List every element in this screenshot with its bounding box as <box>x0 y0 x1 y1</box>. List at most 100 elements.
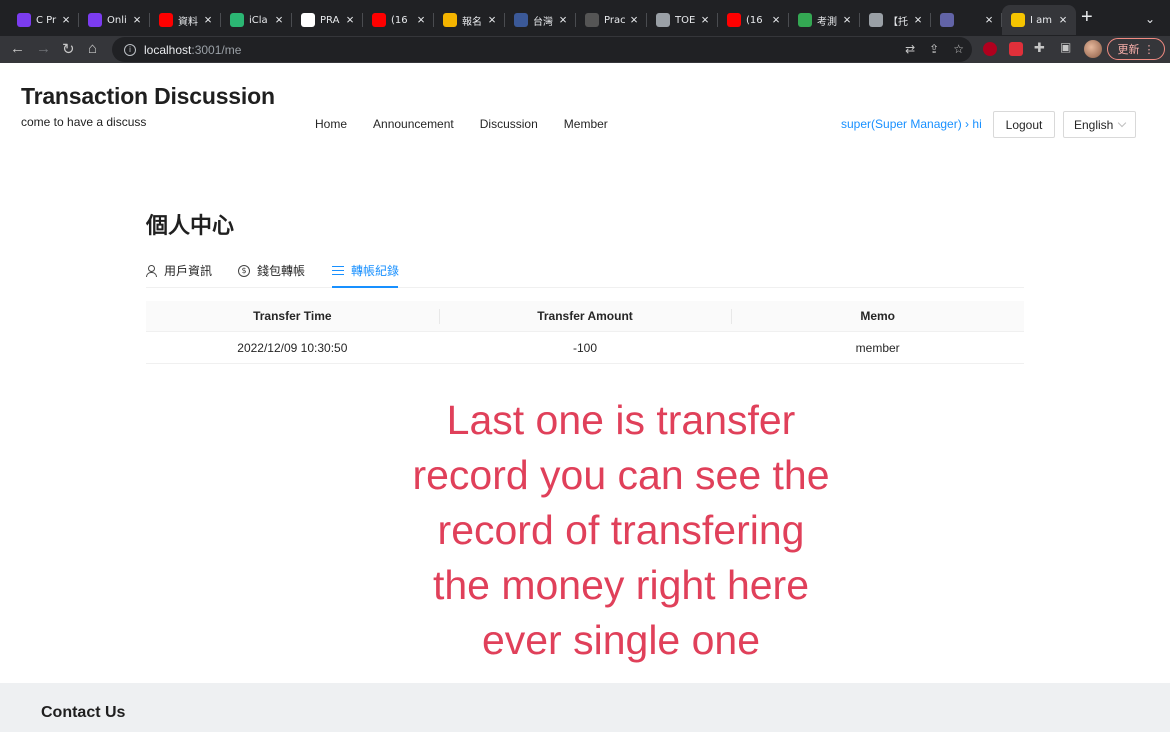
browser-tab[interactable]: C Pr × <box>8 5 79 35</box>
cell-transfer-amount: -100 <box>572 340 598 355</box>
globe-icon <box>869 13 883 27</box>
youtube-icon <box>727 13 741 27</box>
new-tab-icon[interactable]: + <box>1081 6 1093 29</box>
update-button[interactable]: 更新 ⋮ <box>1107 38 1165 60</box>
user-link[interactable]: super(Super Manager) › hi <box>841 117 982 131</box>
update-label: 更新 <box>1117 43 1140 56</box>
browser-tab[interactable]: I am × <box>1002 5 1076 35</box>
close-tab-icon[interactable]: × <box>698 13 712 27</box>
close-tab-icon[interactable]: × <box>130 13 144 27</box>
column-header-transfer-amount: Transfer Amount <box>438 301 732 331</box>
annotation-line: the money right here <box>432 562 810 608</box>
reload-icon[interactable]: ↻ <box>62 40 75 58</box>
column-header-memo: Memo <box>731 301 1024 331</box>
teams-icon <box>940 13 954 27</box>
nav-item-discussion[interactable]: Discussion <box>480 117 538 131</box>
close-tab-icon[interactable]: × <box>911 13 925 27</box>
tab-label: 錢包轉帳 <box>257 264 306 278</box>
ets-icon <box>585 13 599 27</box>
pen-app-icon <box>88 13 102 27</box>
cell-memo: member <box>855 340 900 355</box>
browser-tab[interactable]: TOE × <box>647 5 718 35</box>
fun-icon <box>1011 13 1025 27</box>
shield-extension-icon[interactable] <box>1009 42 1023 56</box>
browser-tab[interactable]: 資料 × <box>150 5 221 35</box>
browser-tab-title: 【托 <box>888 16 908 28</box>
tab-search-chevron-icon[interactable]: ⌄ <box>1145 12 1155 26</box>
browser-tab[interactable]: PRA × <box>292 5 363 35</box>
browser-tab-title: C Pr <box>36 14 57 26</box>
site-title[interactable]: Transaction Discussion <box>21 83 275 110</box>
browser-tab[interactable]: × <box>931 5 1002 35</box>
browser-tab[interactable]: 報名 × <box>434 5 505 35</box>
iclass-icon <box>230 13 244 27</box>
browser-tab-title: I am <box>1030 14 1052 26</box>
close-tab-icon[interactable]: × <box>485 13 499 27</box>
close-tab-icon[interactable]: × <box>769 13 783 27</box>
browser-tab[interactable]: 【托 × <box>860 5 931 35</box>
language-value: English <box>1074 117 1114 132</box>
translate-icon[interactable]: ⇄ <box>905 42 915 56</box>
nav-item-announcement[interactable]: Announcement <box>373 117 454 131</box>
close-tab-icon[interactable]: × <box>343 13 357 27</box>
close-tab-icon[interactable]: × <box>556 13 570 27</box>
chevron-down-icon <box>1117 118 1127 128</box>
annotation-line: Last one is transfer <box>446 397 796 443</box>
nav-item-home[interactable]: Home <box>315 117 347 131</box>
close-tab-icon[interactable]: × <box>1056 13 1070 27</box>
main-nav: Home Announcement Discussion Member <box>315 117 608 131</box>
leaf-icon <box>798 13 812 27</box>
close-tab-icon[interactable]: × <box>840 13 854 27</box>
youtube-icon <box>372 13 386 27</box>
browser-tab-title: PRA <box>320 14 340 26</box>
browser-tab-title: 資料 <box>178 16 198 28</box>
side-panel-icon[interactable]: ▣ <box>1060 40 1071 54</box>
profile-avatar[interactable] <box>1084 40 1102 58</box>
close-tab-icon[interactable]: × <box>59 13 73 27</box>
language-select[interactable]: English <box>1063 111 1136 138</box>
annotation-text: Last one is transfer record you can see … <box>380 393 862 668</box>
back-arrow-icon[interactable]: ← <box>10 40 25 57</box>
browser-tab[interactable]: Prac × <box>576 5 647 35</box>
close-tab-icon[interactable]: × <box>201 13 215 27</box>
tab-transfer-records[interactable]: 轉帳紀錄 <box>332 262 399 279</box>
close-tab-icon[interactable]: × <box>627 13 641 27</box>
page-title: 個人中心 <box>146 214 235 239</box>
close-tab-icon[interactable]: × <box>272 13 286 27</box>
tab-label: 轉帳紀錄 <box>351 264 400 278</box>
puzzle-extensions-icon[interactable]: ✚ <box>1034 40 1045 56</box>
photo-icon <box>443 13 457 27</box>
footer: Contact Us <box>0 683 1170 732</box>
table-header: Transfer Time Transfer Amount Memo <box>146 301 1024 332</box>
annotation-line: record you can see the <box>412 452 830 498</box>
browser-tab[interactable]: (16 × <box>363 5 434 35</box>
bookmark-star-icon[interactable]: ☆ <box>953 42 964 56</box>
page: Transaction Discussion come to have a di… <box>0 63 1170 732</box>
column-header-transfer-time: Transfer Time <box>253 309 332 323</box>
close-tab-icon[interactable]: × <box>414 13 428 27</box>
browser-tab-title: 考測 <box>817 16 837 28</box>
dollar-circle-icon: $ <box>238 264 250 277</box>
table-row: 2022/12/09 10:30:50 -100 member <box>146 332 1024 364</box>
footer-title: Contact Us <box>41 704 126 721</box>
ublock-icon[interactable] <box>983 42 997 56</box>
browser-tab-title: 台灣 <box>533 16 553 28</box>
nav-item-member[interactable]: Member <box>564 117 608 131</box>
home-icon[interactable]: ⌂ <box>88 40 97 57</box>
close-tab-icon[interactable]: × <box>982 13 996 27</box>
github-icon <box>301 13 315 27</box>
browser-tab[interactable]: (16 × <box>718 5 789 35</box>
tab-user-info[interactable]: 用戶資訊 <box>146 262 212 279</box>
share-icon[interactable]: ⇪ <box>929 42 939 56</box>
site-info-icon[interactable]: i <box>124 43 136 56</box>
browser-tab[interactable]: 考測 × <box>789 5 860 35</box>
address-bar[interactable]: i localhost:3001/me ⇄ ⇪ ☆ <box>112 37 972 62</box>
pen-app-icon <box>17 13 31 27</box>
tab-wallet-transfer[interactable]: $ 錢包轉帳 <box>238 262 305 279</box>
forward-arrow-icon[interactable]: → <box>36 40 51 57</box>
browser-tab[interactable]: 台灣 × <box>505 5 576 35</box>
logout-button[interactable]: Logout <box>993 111 1055 138</box>
more-dots-icon: ⋮ <box>1143 42 1155 56</box>
browser-tab[interactable]: iCla × <box>221 5 292 35</box>
browser-tab[interactable]: Onli × <box>79 5 150 35</box>
